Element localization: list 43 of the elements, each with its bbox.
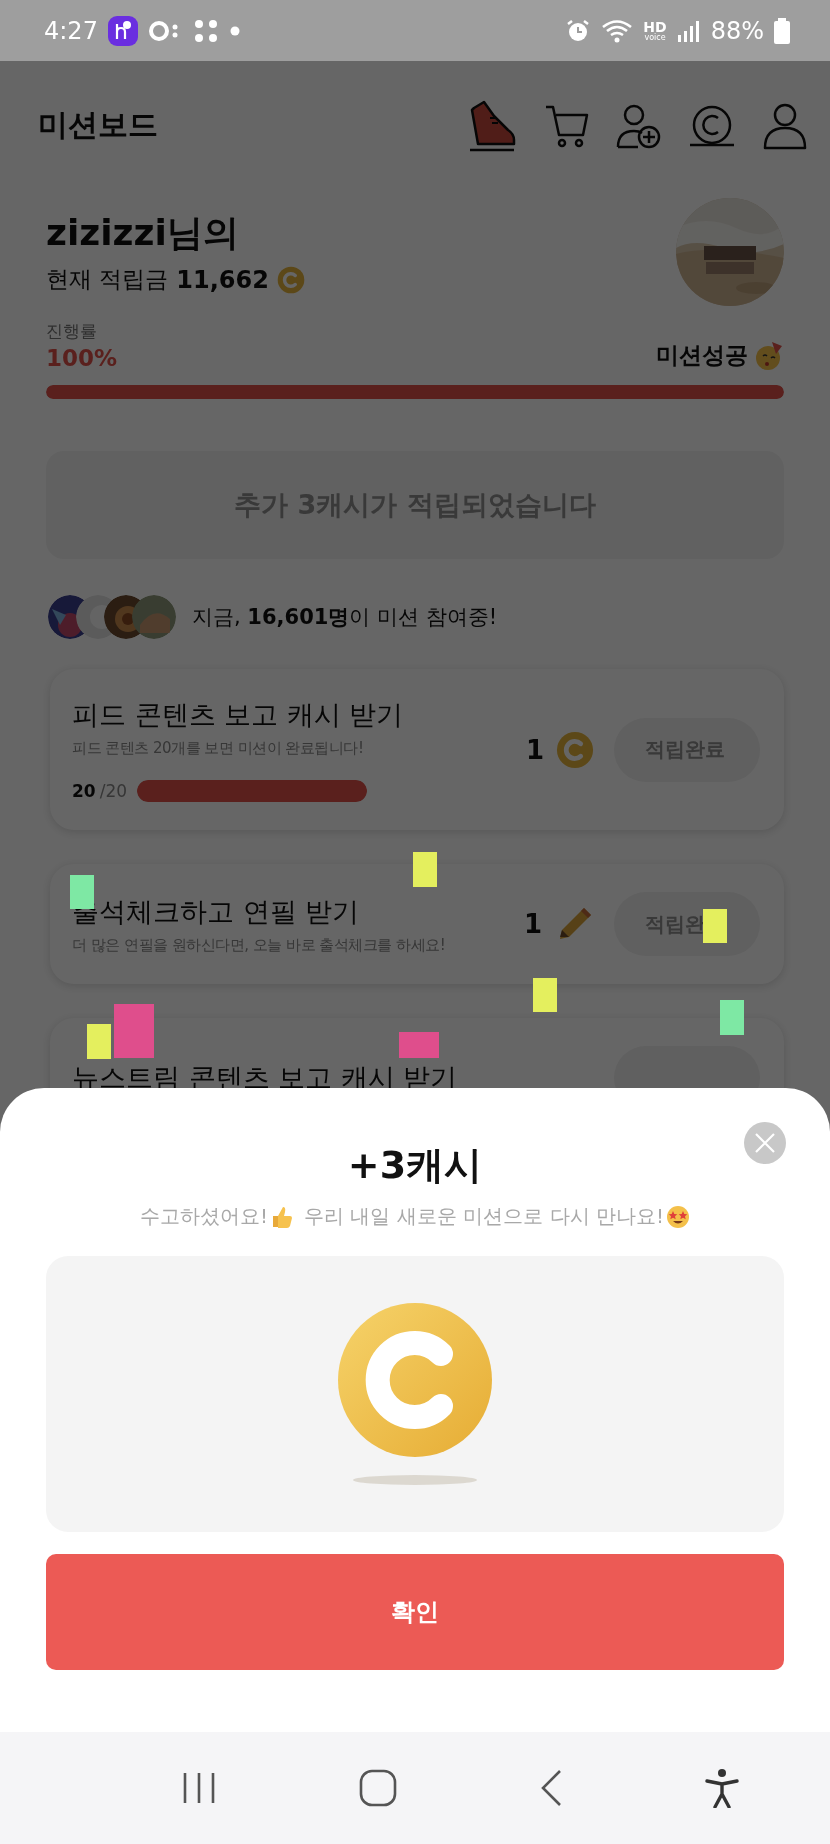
confetti [413, 852, 437, 887]
wifi-icon [601, 17, 634, 44]
reward-amount: 1 [523, 909, 542, 939]
profile-icon[interactable] [762, 101, 808, 150]
dot-icon [229, 25, 240, 36]
confetti [114, 1004, 154, 1058]
confetti [703, 909, 727, 943]
page-title: 미션보드 [38, 106, 158, 144]
home-icon[interactable] [359, 1769, 397, 1807]
network-label: HD [643, 19, 667, 34]
clock-time: 4:27 [44, 16, 98, 45]
party-face-icon [754, 340, 784, 371]
signal-icon [676, 18, 701, 43]
coin-icon [276, 265, 305, 294]
confetti [87, 1024, 111, 1059]
balance-amount: 11,662 [176, 265, 269, 294]
progress-percent: 100% [46, 345, 119, 371]
battery-icon [774, 17, 790, 44]
message-text: 우리 내일 새로운 미션으로 다시 만나요! [304, 1203, 664, 1230]
coin-icon [337, 1302, 493, 1486]
confirm-button[interactable]: 확인 [46, 1554, 784, 1670]
app-icon [107, 15, 138, 46]
message-text: 수고하셨어요! [140, 1203, 269, 1230]
balance-label: 현재 적립금 [46, 265, 169, 294]
confetti [720, 1000, 744, 1035]
progress-count: 20 [72, 781, 96, 801]
mission-status: 미션성공 [656, 341, 748, 370]
recent-apps-icon[interactable] [181, 1771, 217, 1805]
modal-title: +3캐시 [347, 1142, 483, 1189]
confetti [399, 1032, 439, 1058]
user-name: zizizzi님의 [46, 211, 240, 255]
network-sublabel: voice [644, 33, 666, 42]
mission-title: 피드 콘텐츠 보고 캐시 받기 [72, 698, 404, 732]
thumbs-up-icon [270, 1204, 295, 1229]
accessibility-icon[interactable] [705, 1768, 739, 1808]
coin-icon [556, 730, 594, 769]
confetti [533, 978, 557, 1012]
reward-amount: 1 [525, 734, 544, 765]
battery-percent: 88% [710, 16, 764, 45]
add-friend-icon[interactable] [616, 102, 662, 149]
participants-text: 지금, 16,601명이 미션 참여중! [192, 604, 498, 631]
back-icon[interactable] [539, 1769, 563, 1807]
star-eyes-face-icon [665, 1204, 690, 1229]
